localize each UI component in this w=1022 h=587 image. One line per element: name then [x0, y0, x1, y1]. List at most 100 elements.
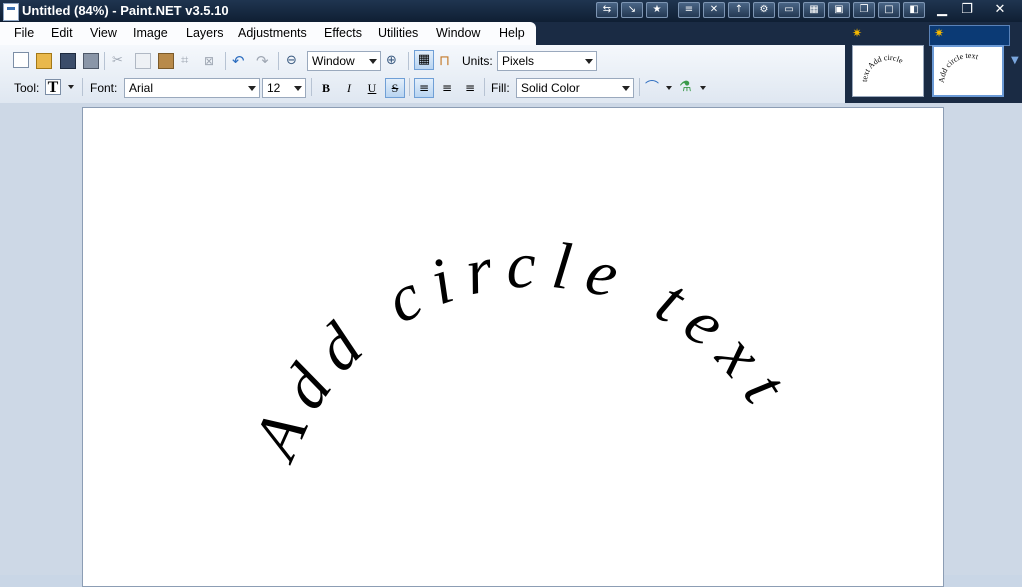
favorites-star-icon[interactable]: ★ — [646, 2, 668, 18]
separator — [409, 78, 410, 96]
separator — [484, 78, 485, 96]
menu-effects[interactable]: Effects — [324, 26, 362, 40]
underline-button[interactable]: U — [362, 78, 382, 98]
chevron-down-icon — [585, 59, 593, 64]
image-thumbnail-strip: ✷ text Add circle ✷ Add circle text ▼ — [845, 22, 1022, 103]
close-icon[interactable]: ✕ — [988, 1, 1012, 19]
window-tile-icon[interactable]: ❐ — [853, 2, 875, 18]
align-right-icon[interactable]: ≡ — [460, 78, 480, 98]
antialiasing-icon[interactable]: ⌒ — [645, 80, 661, 96]
menu-help[interactable]: Help — [499, 26, 525, 40]
restore-icon[interactable]: ❐ — [955, 1, 979, 19]
save-icon[interactable] — [60, 53, 76, 69]
font-select[interactable]: Arial — [124, 78, 260, 98]
unsaved-star-icon: ✷ — [852, 26, 863, 40]
open-folder-icon[interactable] — [36, 53, 52, 69]
thumbnail-1-preview: text Add circle — [860, 53, 905, 82]
redo-icon[interactable]: ↷ — [256, 53, 272, 69]
move-up-icon[interactable]: ↑ — [728, 2, 750, 18]
zoom-select[interactable]: Window — [307, 51, 381, 71]
zoom-out-icon[interactable]: ⊖ — [286, 53, 302, 69]
menu-file[interactable]: File — [14, 26, 34, 40]
cut-icon[interactable]: ✂ — [112, 53, 128, 69]
thumbnail-1[interactable]: text Add circle — [852, 45, 924, 97]
image-canvas[interactable]: Add circle text — [82, 107, 944, 587]
deselect-icon[interactable]: ⊠ — [204, 53, 220, 69]
strikethrough-button[interactable]: S — [385, 78, 405, 98]
font-label: Font: — [90, 81, 118, 95]
separator — [278, 52, 279, 70]
crop-icon[interactable]: ⌗ — [181, 53, 197, 69]
separator — [408, 52, 409, 70]
units-select[interactable]: Pixels — [497, 51, 597, 71]
title-bar: Untitled (84%) - Paint.NET v3.5.10 ⇆ ↘ ★… — [0, 0, 1022, 22]
font-size-value: 12 — [267, 81, 281, 95]
separator — [639, 78, 640, 96]
fill-value: Solid Color — [521, 81, 580, 95]
window-title: Untitled (84%) - Paint.NET v3.5.10 — [22, 3, 229, 18]
thumbnail-2-text: Add circle text — [937, 51, 980, 83]
colors-window-icon[interactable]: ✕ — [703, 2, 725, 18]
units-value: Pixels — [502, 54, 535, 68]
blend-mode-icon[interactable]: ⚗ — [679, 79, 695, 95]
frame-icon[interactable]: ▣ — [828, 2, 850, 18]
align-left-icon[interactable]: ≡ — [414, 78, 434, 98]
chevron-down-icon — [369, 59, 377, 64]
zoom-in-icon[interactable]: ⊕ — [386, 53, 402, 69]
chevron-down-icon — [248, 86, 256, 91]
chevron-down-icon — [622, 86, 630, 91]
paste-icon[interactable] — [158, 53, 174, 69]
window-single-icon[interactable]: □ — [878, 2, 900, 18]
thumbnail-1-text: text Add circle — [860, 53, 905, 82]
fill-label: Fill: — [491, 81, 510, 95]
fill-select[interactable]: Solid Color — [516, 78, 634, 98]
menu-window[interactable]: Window — [436, 26, 480, 40]
undo-icon[interactable]: ↶ — [232, 53, 248, 69]
tools-window-icon[interactable]: ⇆ — [596, 2, 618, 18]
settings-icon[interactable]: ⚙ — [753, 2, 775, 18]
curved-text-layer: Add circle text — [237, 228, 808, 472]
tool-label: Tool: — [14, 81, 40, 95]
select-icon[interactable]: ▭ — [778, 2, 800, 18]
image-icon[interactable]: ▦ — [803, 2, 825, 18]
print-icon[interactable] — [83, 53, 99, 69]
menu-utilities[interactable]: Utilities — [378, 26, 418, 40]
menu-view[interactable]: View — [90, 26, 117, 40]
workspace: Add circle text — [0, 103, 1022, 587]
separator — [225, 52, 226, 70]
minimize-icon[interactable]: ▁ — [930, 1, 954, 19]
copy-icon[interactable] — [135, 53, 151, 69]
blend-mode-dropdown[interactable] — [696, 80, 712, 96]
chevron-down-icon — [294, 86, 302, 91]
separator — [82, 78, 83, 96]
menu-edit[interactable]: Edit — [51, 26, 73, 40]
app-icon[interactable] — [3, 3, 19, 21]
thumbnail-2-active[interactable]: Add circle text — [932, 45, 1004, 97]
menu-adjustments[interactable]: Adjustments — [238, 26, 307, 40]
new-image-icon[interactable] — [13, 52, 29, 68]
units-label: Units: — [462, 54, 493, 68]
menu-bar: File Edit View Image Layers Adjustments … — [0, 22, 536, 45]
layers-window-icon[interactable]: ≡ — [678, 2, 700, 18]
window-side-icon[interactable]: ◧ — [903, 2, 925, 18]
history-window-icon[interactable]: ↘ — [621, 2, 643, 18]
font-size-select[interactable]: 12 — [262, 78, 306, 98]
ruler-icon[interactable]: ⊓ — [439, 53, 455, 69]
menu-image[interactable]: Image — [133, 26, 168, 40]
grid-toggle-icon[interactable]: ▦ — [414, 50, 434, 70]
tool-dropdown[interactable] — [64, 79, 80, 95]
toolbars: ✂ ⌗ ⊠ ↶ ↷ ⊖ Window ⊕ ▦ ⊓ Units: Pixels T… — [0, 45, 845, 104]
text-tool-icon[interactable]: T — [45, 79, 61, 96]
zoom-value: Window — [312, 54, 355, 68]
align-center-icon[interactable]: ≡ — [437, 78, 457, 98]
scroll-down-icon[interactable]: ▼ — [1011, 55, 1019, 66]
separator — [104, 52, 105, 70]
antialiasing-dropdown[interactable] — [662, 80, 678, 96]
bold-button[interactable]: B — [316, 78, 336, 98]
thumbnail-2-preview: Add circle text — [937, 51, 980, 83]
font-value: Arial — [129, 81, 154, 95]
menu-layers[interactable]: Layers — [186, 26, 224, 40]
unsaved-star-icon: ✷ — [934, 26, 945, 40]
italic-button[interactable]: I — [339, 78, 359, 98]
curved-text[interactable]: Add circle text — [237, 228, 808, 472]
